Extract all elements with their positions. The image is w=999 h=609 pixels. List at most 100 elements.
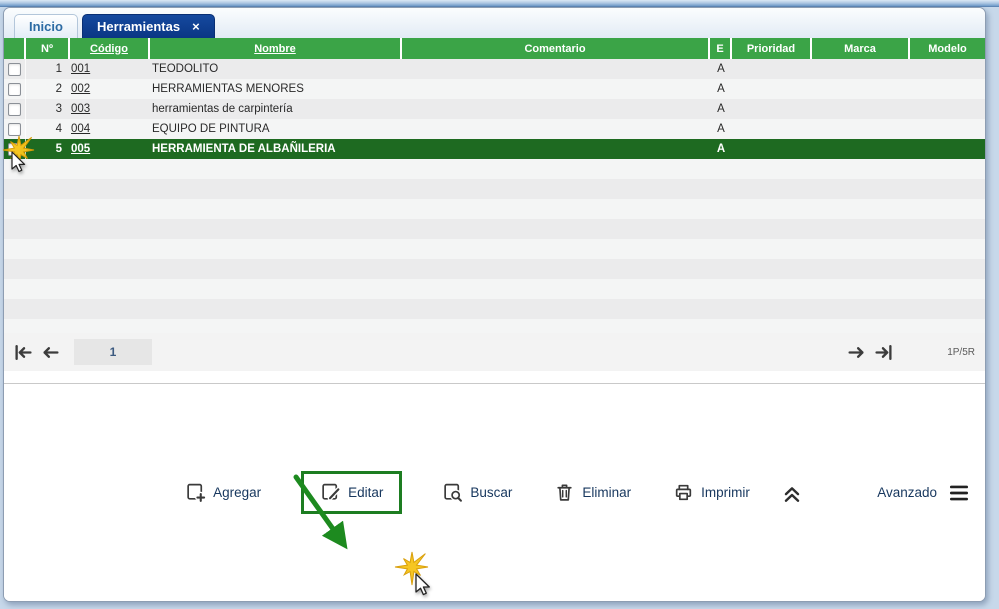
row-checkbox-cell [4,139,26,159]
tab-inicio-label: Inicio [29,19,63,34]
table-row[interactable]: 3 003 herramientas de carpintería A [4,99,985,119]
collapse-toolbar-button[interactable] [778,480,806,506]
prioridad-cell [732,139,812,159]
action-toolbar: Agregar Editar Buscar Eliminar Imprimir … [4,383,985,601]
pagination-bar: 1 1P/5R [4,333,985,371]
column-header-comentario[interactable]: Comentario [402,38,710,59]
comentario-cell [402,79,710,99]
column-header-numero[interactable]: Nº [26,38,70,59]
agregar-button[interactable]: Agregar [183,480,263,505]
chevron-double-up-icon [784,486,800,502]
first-page-button[interactable] [12,342,34,362]
estado-cell: A [717,83,725,95]
modelo-cell [910,119,985,139]
tab-herramientas-label: Herramientas [96,19,181,34]
window-top-edge [0,0,999,7]
prev-page-icon [43,346,59,358]
column-header-nombre[interactable]: Nombre [150,38,402,59]
row-checkbox[interactable] [8,62,21,76]
row-number: 5 [55,143,62,155]
estado-cell: A [717,103,725,115]
marca-cell [812,139,910,159]
row-checkbox[interactable] [8,102,21,116]
table-header: Nº Código Nombre Comentario E Prioridad … [4,38,985,59]
row-checkbox[interactable] [8,122,21,136]
editar-button[interactable]: Editar [318,480,385,505]
row-checkbox[interactable] [8,142,21,156]
page-row-count: 1P/5R [947,346,975,358]
estado-cell: A [717,123,725,135]
prioridad-cell [732,119,812,139]
column-header-prioridad[interactable]: Prioridad [732,38,812,59]
last-page-button[interactable] [873,342,895,362]
prioridad-cell [732,59,812,79]
modelo-cell [910,59,985,79]
printer-icon [676,484,692,501]
modelo-cell [910,99,985,119]
table-row[interactable]: 1 001 TEODOLITO A [4,59,985,79]
buscar-button[interactable]: Buscar [440,480,514,505]
comentario-cell [402,119,710,139]
trash-icon [557,484,573,501]
edit-square-icon [322,483,341,501]
empty-rows-area [4,159,985,333]
row-checkbox-cell [4,59,26,79]
modelo-cell [910,79,985,99]
current-page-box[interactable]: 1 [74,339,152,365]
nombre-cell: herramientas de carpintería [152,103,293,115]
close-tab-icon[interactable]: × [192,20,200,33]
column-header-codigo[interactable]: Código [70,38,150,59]
avanzado-label[interactable]: Avanzado [877,485,937,500]
codigo-link[interactable]: 001 [71,63,90,75]
marca-cell [812,59,910,79]
row-checkbox-cell [4,79,26,99]
column-header-marca[interactable]: Marca [812,38,910,59]
codigo-link[interactable]: 002 [71,83,90,95]
marca-cell [812,119,910,139]
modelo-cell [910,139,985,159]
nombre-cell: HERRAMIENTA DE ALBAÑILERIA [152,143,336,155]
editar-highlight-rectangle: Editar [301,471,403,514]
table-row-selected[interactable]: 5 005 HERRAMIENTA DE ALBAÑILERIA A [4,139,985,159]
row-number: 1 [55,63,62,75]
tab-bar: Inicio Herramientas × [4,8,985,38]
codigo-link[interactable]: 004 [71,123,90,135]
main-panel: Inicio Herramientas × Nº Código Nombre C… [3,7,986,602]
codigo-link[interactable]: 003 [71,103,90,115]
column-header-modelo[interactable]: Modelo [910,38,985,59]
table-row[interactable]: 4 004 EQUIPO DE PINTURA A [4,119,985,139]
row-checkbox[interactable] [8,82,21,96]
row-checkbox-cell [4,99,26,119]
last-page-icon [875,344,892,360]
next-page-icon [848,346,864,358]
tab-herramientas[interactable]: Herramientas × [81,14,215,38]
codigo-link[interactable]: 005 [71,143,90,155]
comentario-cell [402,99,710,119]
table-body: 1 001 TEODOLITO A 2 002 HERRAMIENTAS MEN… [4,59,985,333]
row-number: 3 [55,103,62,115]
eliminar-button[interactable]: Eliminar [552,480,633,505]
nombre-cell: TEODOLITO [152,63,219,75]
row-checkbox-cell [4,119,26,139]
hamburger-menu-icon[interactable] [947,482,971,504]
column-header-select [4,38,26,59]
first-page-icon [15,344,32,360]
comentario-cell [402,139,710,159]
tab-inicio[interactable]: Inicio [14,14,78,38]
next-page-button[interactable] [845,342,867,362]
prioridad-cell [732,99,812,119]
estado-cell: A [716,143,726,155]
prev-page-button[interactable] [40,342,62,362]
row-number: 2 [55,83,62,95]
nombre-cell: EQUIPO DE PINTURA [152,123,270,135]
column-header-e[interactable]: E [710,38,732,59]
imprimir-button[interactable]: Imprimir [671,480,752,505]
nombre-cell: HERRAMIENTAS MENORES [152,83,304,95]
divider [4,371,985,383]
table-row[interactable]: 2 002 HERRAMIENTAS MENORES A [4,79,985,99]
prioridad-cell [732,79,812,99]
row-number: 4 [55,123,62,135]
estado-cell: A [717,63,725,75]
marca-cell [812,99,910,119]
search-square-icon [444,483,463,502]
